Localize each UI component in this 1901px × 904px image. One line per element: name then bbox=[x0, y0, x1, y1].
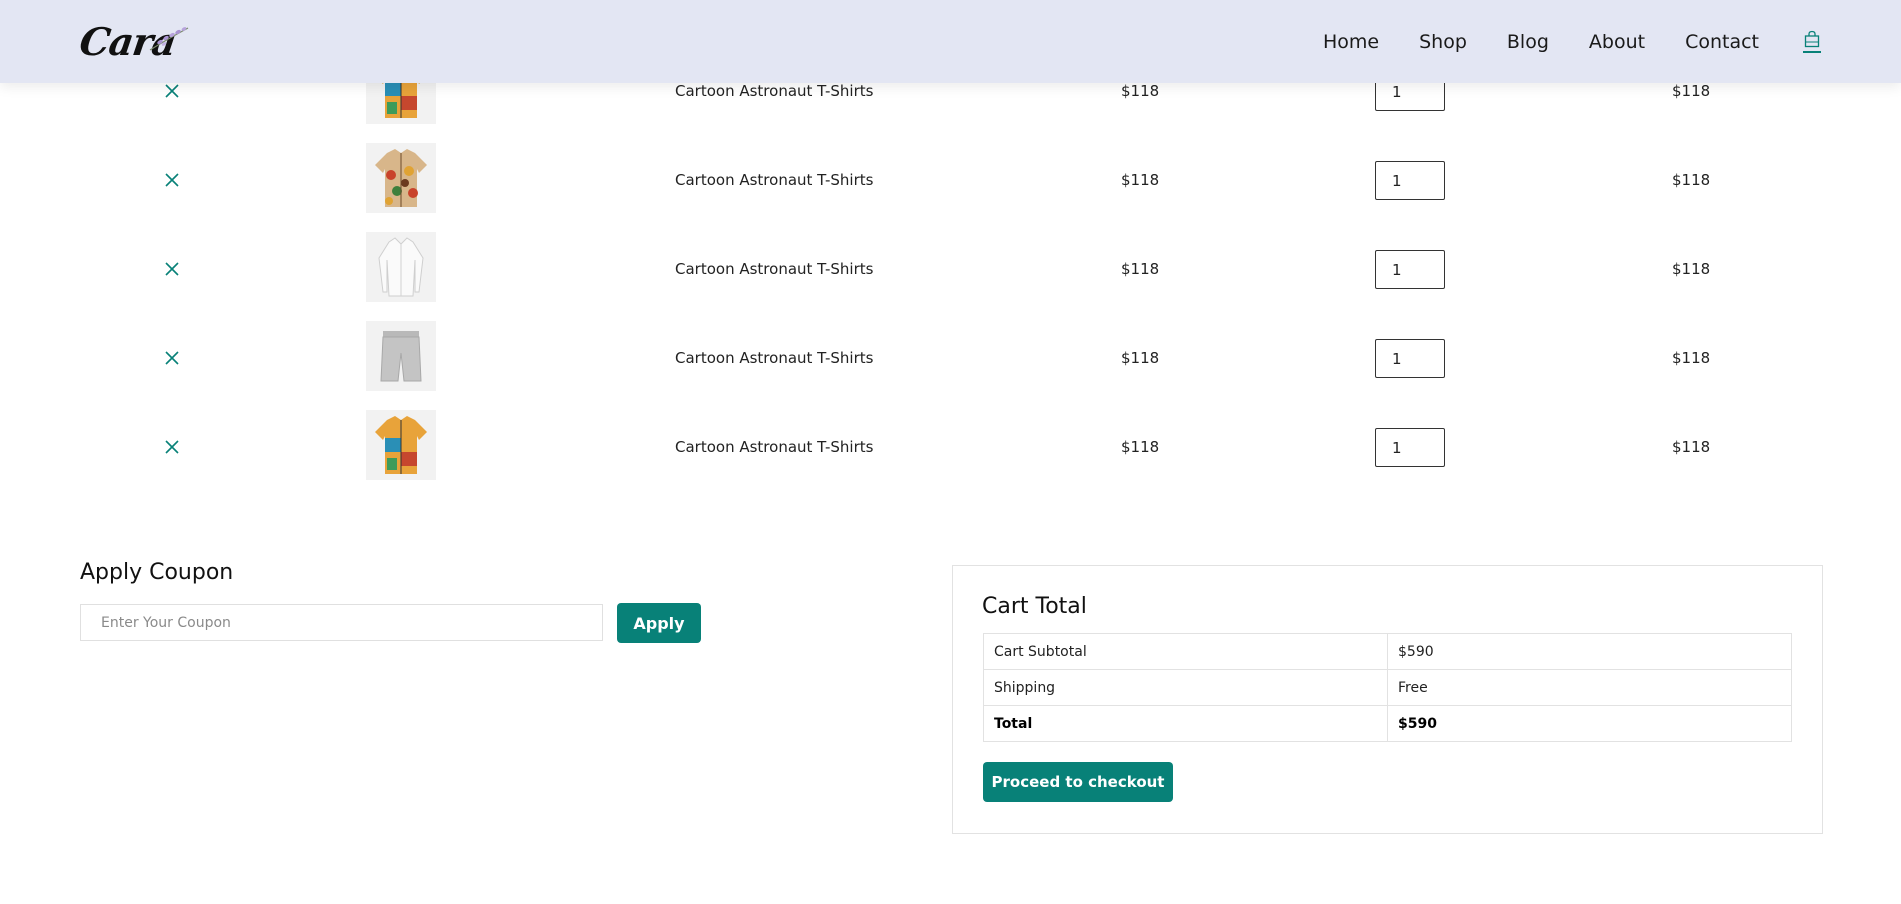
product-name: Cartoon Astronaut T-Shirts bbox=[675, 260, 874, 278]
cart-row: Cartoon Astronaut T-Shirts $118 $118 bbox=[0, 313, 1901, 402]
product-subtotal: $118 bbox=[1672, 438, 1711, 456]
product-subtotal: $118 bbox=[1672, 349, 1711, 367]
totals-value: Free bbox=[1387, 669, 1792, 706]
cart-total-title: Cart Total bbox=[982, 594, 1087, 619]
product-price: $118 bbox=[1121, 171, 1160, 189]
product-image bbox=[366, 410, 436, 480]
cart-row: Cartoon Astronaut T-Shirts $118 $118 bbox=[0, 135, 1901, 224]
nav-blog[interactable]: Blog bbox=[1507, 31, 1549, 53]
coupon-section: Apply Coupon Apply bbox=[80, 560, 701, 643]
quantity-input[interactable] bbox=[1375, 428, 1445, 467]
totals-value: $590 bbox=[1387, 705, 1792, 742]
product-name: Cartoon Astronaut T-Shirts bbox=[675, 82, 874, 100]
totals-row: Shipping Free bbox=[983, 669, 1792, 706]
main-nav: Home Shop Blog About Contact bbox=[1283, 30, 1821, 53]
product-subtotal: $118 bbox=[1672, 82, 1711, 100]
nav-shop[interactable]: Shop bbox=[1419, 31, 1467, 53]
cart-total-panel: Cart Total Cart Subtotal $590 Shipping F… bbox=[952, 565, 1823, 834]
nav-cart[interactable] bbox=[1803, 30, 1821, 53]
totals-value: $590 bbox=[1387, 633, 1792, 670]
quantity-input[interactable] bbox=[1375, 339, 1445, 378]
coupon-title: Apply Coupon bbox=[80, 560, 234, 585]
product-name: Cartoon Astronaut T-Shirts bbox=[675, 171, 874, 189]
product-subtotal: $118 bbox=[1672, 171, 1711, 189]
totals-label: Cart Subtotal bbox=[983, 633, 1388, 670]
totals-row: Total $590 bbox=[983, 705, 1792, 742]
cart-total-table: Cart Subtotal $590 Shipping Free Total $… bbox=[983, 633, 1792, 742]
close-icon[interactable] bbox=[162, 81, 182, 101]
nav-home[interactable]: Home bbox=[1323, 31, 1379, 53]
nav-about[interactable]: About bbox=[1589, 31, 1645, 53]
product-price: $118 bbox=[1121, 82, 1160, 100]
totals-row: Cart Subtotal $590 bbox=[983, 633, 1792, 670]
proceed-to-checkout-button[interactable]: Proceed to checkout bbox=[983, 762, 1173, 802]
product-image bbox=[366, 232, 436, 302]
product-image bbox=[366, 143, 436, 213]
active-underline bbox=[1803, 51, 1821, 53]
coupon-input[interactable] bbox=[80, 604, 603, 641]
close-icon[interactable] bbox=[162, 348, 182, 368]
nav-contact[interactable]: Contact bbox=[1685, 31, 1759, 53]
logo[interactable]: Cara bbox=[77, 12, 190, 72]
cart-row: Cartoon Astronaut T-Shirts $118 $118 bbox=[0, 402, 1901, 491]
close-icon[interactable] bbox=[162, 170, 182, 190]
product-subtotal: $118 bbox=[1672, 260, 1711, 278]
apply-coupon-button[interactable]: Apply bbox=[617, 603, 701, 643]
quantity-input[interactable] bbox=[1375, 161, 1445, 200]
shopping-bag-icon bbox=[1804, 30, 1820, 48]
product-price: $118 bbox=[1121, 260, 1160, 278]
product-name: Cartoon Astronaut T-Shirts bbox=[675, 349, 874, 367]
close-icon[interactable] bbox=[162, 259, 182, 279]
site-header: Cara Home Shop Blog About Contact bbox=[0, 0, 1901, 83]
product-price: $118 bbox=[1121, 438, 1160, 456]
lavender-sprig-icon bbox=[149, 26, 189, 51]
totals-label: Shipping bbox=[983, 669, 1388, 706]
product-image bbox=[366, 321, 436, 391]
product-price: $118 bbox=[1121, 349, 1160, 367]
cart-row: Cartoon Astronaut T-Shirts $118 $118 bbox=[0, 224, 1901, 313]
quantity-input[interactable] bbox=[1375, 250, 1445, 289]
product-name: Cartoon Astronaut T-Shirts bbox=[675, 438, 874, 456]
close-icon[interactable] bbox=[162, 437, 182, 457]
totals-label: Total bbox=[983, 705, 1388, 742]
